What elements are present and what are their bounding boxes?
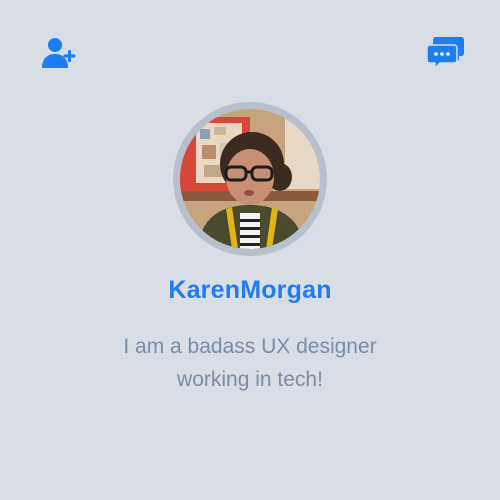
avatar[interactable] [180, 109, 320, 249]
profile-name: KarenMorgan [168, 276, 332, 304]
chat-bubbles-icon [426, 37, 464, 70]
chat-button[interactable] [426, 36, 466, 70]
add-user-button[interactable] [40, 36, 80, 70]
profile-bio: I am a badass UX designer working in tec… [123, 335, 377, 391]
profile-card: KarenMorgan I am a badass UX designer wo… [0, 0, 500, 500]
avatar-photo [180, 109, 320, 249]
avatar-ring [173, 102, 327, 256]
add-user-icon [42, 38, 76, 68]
